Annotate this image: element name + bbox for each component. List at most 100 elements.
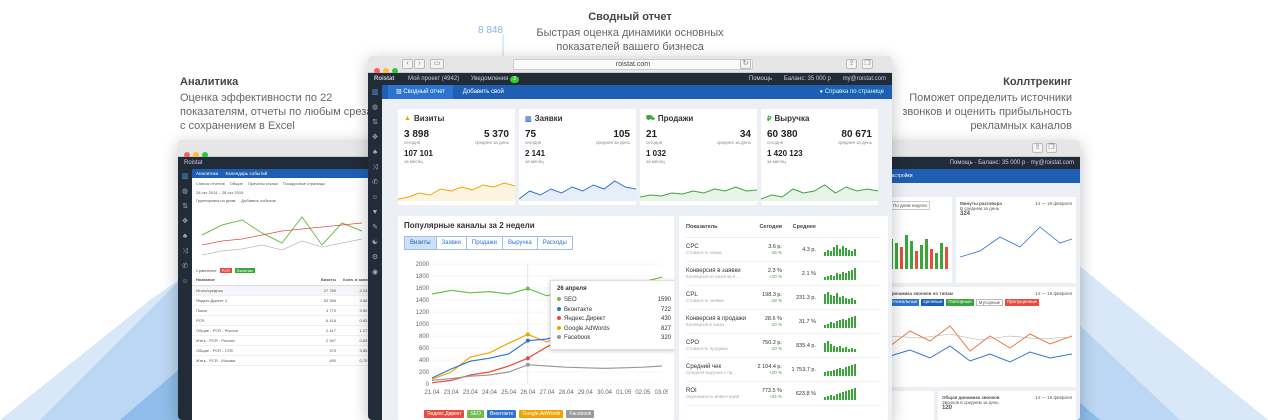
duplicate-icon[interactable]: ❐ [1046,143,1057,153]
metrics-col-name[interactable]: Показатель [686,224,754,230]
channel-tab[interactable]: Выручка [501,236,538,250]
analytics-row[interactable]: Общие - PCR - Россия 2 417 1.27 % [192,326,376,336]
kpi-card[interactable]: ▲ Визиты 3 898 сегодня 5 370 среднее за день 1… [398,109,515,205]
phone-icon-main[interactable]: ✆ [368,175,382,190]
help-menu-right[interactable]: Помощь [950,160,973,166]
col-name[interactable]: Название [196,277,306,282]
phone-icon[interactable]: ✆ [178,259,192,274]
shuffle-icon[interactable]: ⤨ [178,244,192,259]
reload-icon[interactable]: ↻ [740,59,751,69]
metric-row[interactable]: CPL Стоимость заявки 198.3 р. -18 % 231.3 р. [686,286,881,310]
account-email-right[interactable]: my@roistat.com [1031,160,1074,166]
chip-missed[interactable]: Пропущенные [1005,299,1039,306]
chip-targeted[interactable]: Целевые [921,299,945,306]
group-select[interactable]: Группировка по дням [196,198,235,203]
tab-analytics[interactable]: Аналитика [196,171,218,176]
analytics-row[interactable]: Поиск 4 770 3.59 % [192,306,376,316]
filter-icon-main[interactable]: ▼ [368,205,382,220]
integrations-icon-main[interactable]: ☯ [368,235,382,250]
tab-add-own[interactable]: Добавить свой [455,85,512,99]
page-help-link[interactable]: ● Справка по странице [819,85,884,99]
project-selector[interactable]: Мой проект (4942) [408,76,459,82]
logo-main[interactable]: Roistat [374,76,394,82]
target-icon[interactable]: ✥ [178,214,192,229]
filter-reasons[interactable]: Причины отказа [248,181,278,186]
analytics-row[interactable]: PCR 6 418 0.83 % [192,316,376,326]
tab-summary-report[interactable]: ▥ Сводный отчет [388,85,454,99]
legend-chip[interactable]: Вконтакте [487,410,517,418]
tab-calendar[interactable]: Календарь событий [226,171,268,176]
filter-general[interactable]: Общие [230,181,243,186]
by-weekday-button[interactable]: По дням недели [890,201,930,210]
legend-chip[interactable]: Google.AdWords [519,410,564,418]
users-icon-main[interactable]: ☺ [368,190,382,205]
analytics-row[interactable]: Итого/средняя 27 789 2.13 % [192,286,376,296]
hierarchy-icon[interactable]: ♣ [178,229,192,244]
share-icon-main[interactable]: ⇪ [846,59,857,69]
chip-unique[interactable]: Уникальные [890,299,920,306]
metric-row[interactable]: Конверсия в заявки Конверсия из визитов в… [686,262,881,286]
legend-chip[interactable]: Facebook [566,410,595,418]
address-bar[interactable]: roistat.com [513,59,753,70]
hierarchy-icon-main[interactable]: ♣ [368,145,382,160]
minutes-period[interactable]: 14 — 19 февраля [1035,201,1072,206]
sort-icon[interactable]: ⇅ [178,199,192,214]
tools-icon-main[interactable]: ✎ [368,220,382,235]
legend-chip[interactable]: Яндекс.Директ [424,410,465,418]
add-event-button[interactable]: Добавить событие [241,198,276,203]
globe-icon[interactable]: ◍ [178,184,192,199]
total-calls-period[interactable]: 14 — 19 февраля [1035,395,1072,400]
target-icon-main[interactable]: ✥ [368,130,382,145]
kpi-card[interactable]: ₽ Выручка 60 380 сегодня 80 671 среднее за де… [761,109,878,205]
globe-icon-main[interactable]: ◍ [368,100,382,115]
settings-icon-main[interactable]: ⚙ [368,250,382,265]
shuffle-icon-main[interactable]: ⤨ [368,160,382,175]
call-types-period[interactable]: 14 — 19 февраля [1035,291,1072,296]
metrics-col-today[interactable]: Сегодня [754,224,782,230]
col-visits[interactable]: Визиты [306,277,336,282]
channel-tab[interactable]: Заявки [435,236,467,250]
analytics-icon[interactable]: ▥ [178,169,192,184]
logo[interactable]: Roistat [184,160,203,166]
back-icon[interactable]: ‹ [402,59,413,69]
metrics-col-avg[interactable]: Среднее [782,224,816,230]
analytics-row[interactable]: Яндекс.Директ 2 53 356 3.58 % [192,296,376,306]
eye-icon-main[interactable]: ◉ [368,265,382,280]
users-icon[interactable]: ☺ [178,274,192,289]
analytics-row[interactable]: Жить - PCR - Россия 2 947 0.69 % [192,336,376,346]
help-menu[interactable]: Помощь [749,76,772,82]
sparkbar [827,250,829,256]
col-conv[interactable]: Конв. в заявки [336,277,372,282]
share-icon[interactable]: ⇪ [1032,143,1043,153]
sidebar-toggle-icon[interactable]: ▭ [430,59,444,69]
sort-icon-main[interactable]: ⇅ [368,115,382,130]
notifications-menu[interactable]: Уведомления [471,76,509,82]
channel-tab[interactable]: Продажи [465,236,503,250]
legend-chip[interactable]: SEO [467,410,485,418]
analytics-row-name: Жить - PCR - Москва [196,358,236,363]
analytics-row[interactable]: Жить - PCR - Москва 450 0.70 % [192,356,376,366]
chip-pcr[interactable]: PCR [219,268,233,273]
filter-reports[interactable]: Список отчетов [196,181,225,186]
chip-visits[interactable]: Визитам [235,268,255,273]
kpi-card[interactable]: ⛟ Продажи 21 сегодня 34 среднее за день 1 032 з… [640,109,757,205]
kpi-card[interactable]: ▥ Заявки 75 сегодня 105 среднее за день 2 141 з… [519,109,636,205]
channel-tab[interactable]: Расходы [536,236,573,250]
analytics-row[interactable]: Общие - PCR - СПб 373 3.85 % [192,346,376,356]
tabs-icon[interactable]: ❐ [862,59,873,69]
chip-junk[interactable]: Мусорные [975,299,1004,306]
metric-row[interactable]: CPC Стоимость клика 3.6 р. -16 % 4.3 р. [686,238,881,262]
metric-row[interactable]: ROI Окупаемость инвестиций 773.5 % +24 % 623… [686,382,881,406]
metric-row[interactable]: Средний чек Средняя выручка с пр... 2 104.… [686,358,881,382]
summary-report-icon[interactable]: ▥ [368,85,382,100]
forward-icon[interactable]: › [414,59,425,69]
channel-tab[interactable]: Визиты [404,236,437,250]
chip-repeat[interactable]: Повторные [946,299,974,306]
account-email[interactable]: my@roistat.com [843,76,886,82]
sparkbar [824,397,826,400]
date-range[interactable]: 28 окт 2014 – 28 окт 2015 [192,189,376,196]
filter-landing[interactable]: Посадочные страницы [283,181,325,186]
metric-row[interactable]: CPO Стоимость продажи 750.2 р. -10 % 835.4 р… [686,334,881,358]
balance[interactable]: Баланс: 35 000 р [784,76,831,82]
metric-row[interactable]: Конверсия в продажи Конверсия в заказ 28.6… [686,310,881,334]
